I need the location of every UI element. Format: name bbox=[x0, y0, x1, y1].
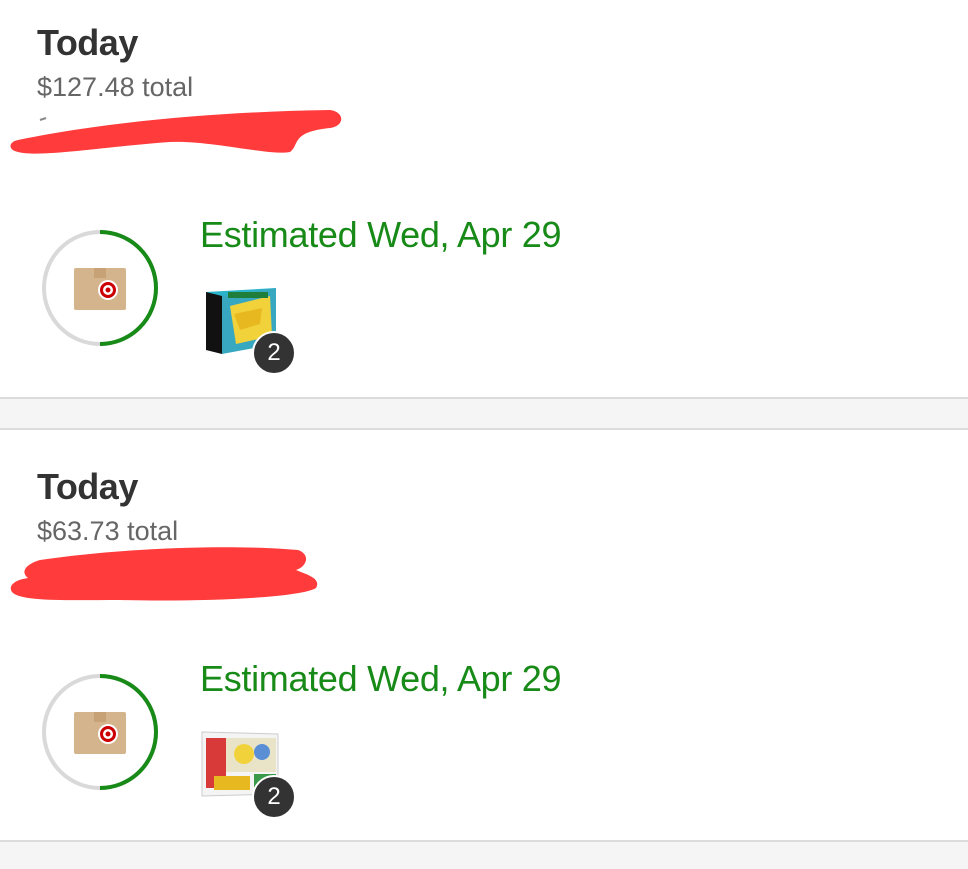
target-package-icon bbox=[74, 712, 126, 754]
order-card[interactable]: Today $127.48 total Estimated Wed, Apr 2… bbox=[0, 0, 968, 398]
section-divider bbox=[0, 397, 968, 430]
quantity-badge: 2 bbox=[252, 775, 296, 819]
section-divider bbox=[0, 840, 968, 869]
delivery-progress-ring bbox=[40, 228, 160, 348]
quantity-badge: 2 bbox=[252, 331, 296, 375]
redaction-scribble bbox=[10, 547, 318, 601]
delivery-estimate: Estimated Wed, Apr 29 bbox=[200, 214, 562, 255]
delivery-progress-ring bbox=[40, 672, 160, 792]
order-card[interactable]: Today $63.73 total Estimated Wed, Apr 29 bbox=[0, 430, 968, 841]
target-package-icon bbox=[74, 268, 126, 310]
delivery-estimate: Estimated Wed, Apr 29 bbox=[200, 658, 562, 699]
redaction-scribble bbox=[10, 110, 342, 154]
